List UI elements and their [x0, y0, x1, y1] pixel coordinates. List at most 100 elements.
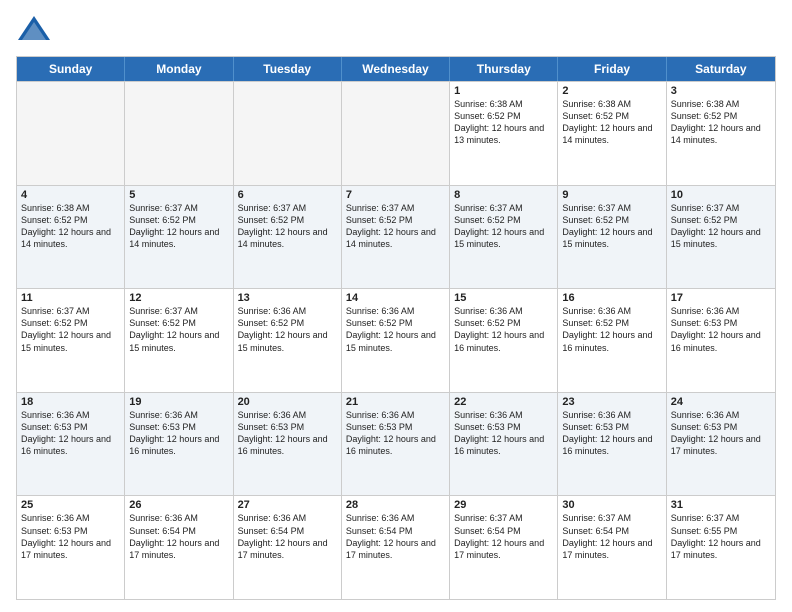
logo — [16, 12, 56, 48]
header-day-saturday: Saturday — [667, 57, 775, 81]
day-number: 5 — [129, 189, 228, 201]
day-info: Sunrise: 6:36 AM Sunset: 6:53 PM Dayligh… — [671, 409, 771, 458]
header-day-monday: Monday — [125, 57, 233, 81]
header — [16, 12, 776, 48]
day-number: 27 — [238, 499, 337, 511]
day-info: Sunrise: 6:36 AM Sunset: 6:53 PM Dayligh… — [21, 409, 120, 458]
day-number: 30 — [562, 499, 661, 511]
calendar: SundayMondayTuesdayWednesdayThursdayFrid… — [16, 56, 776, 600]
day-cell-17: 17Sunrise: 6:36 AM Sunset: 6:53 PM Dayli… — [667, 289, 775, 392]
week-row-5: 25Sunrise: 6:36 AM Sunset: 6:53 PM Dayli… — [17, 495, 775, 599]
day-info: Sunrise: 6:36 AM Sunset: 6:53 PM Dayligh… — [238, 409, 337, 458]
day-number: 1 — [454, 85, 553, 97]
day-number: 20 — [238, 396, 337, 408]
day-cell-20: 20Sunrise: 6:36 AM Sunset: 6:53 PM Dayli… — [234, 393, 342, 496]
day-info: Sunrise: 6:36 AM Sunset: 6:54 PM Dayligh… — [238, 512, 337, 561]
day-number: 14 — [346, 292, 445, 304]
day-cell-26: 26Sunrise: 6:36 AM Sunset: 6:54 PM Dayli… — [125, 496, 233, 599]
day-number: 10 — [671, 189, 771, 201]
day-number: 25 — [21, 499, 120, 511]
day-cell-12: 12Sunrise: 6:37 AM Sunset: 6:52 PM Dayli… — [125, 289, 233, 392]
day-number: 3 — [671, 85, 771, 97]
day-number: 17 — [671, 292, 771, 304]
day-info: Sunrise: 6:36 AM Sunset: 6:52 PM Dayligh… — [346, 305, 445, 354]
day-info: Sunrise: 6:36 AM Sunset: 6:53 PM Dayligh… — [21, 512, 120, 561]
day-info: Sunrise: 6:37 AM Sunset: 6:54 PM Dayligh… — [454, 512, 553, 561]
day-info: Sunrise: 6:38 AM Sunset: 6:52 PM Dayligh… — [562, 98, 661, 147]
day-info: Sunrise: 6:36 AM Sunset: 6:53 PM Dayligh… — [346, 409, 445, 458]
day-cell-3: 3Sunrise: 6:38 AM Sunset: 6:52 PM Daylig… — [667, 82, 775, 185]
calendar-body: 1 Sunrise: 6:38 AM Sunset: 6:52 PM Daylig… — [17, 81, 775, 599]
day-cell-13: 13Sunrise: 6:36 AM Sunset: 6:52 PM Dayli… — [234, 289, 342, 392]
day-info: Sunrise: 6:37 AM Sunset: 6:52 PM Dayligh… — [129, 202, 228, 251]
empty-cell — [17, 82, 125, 185]
day-cell-5: 5Sunrise: 6:37 AM Sunset: 6:52 PM Daylig… — [125, 186, 233, 289]
day-info: Sunrise: 6:37 AM Sunset: 6:52 PM Dayligh… — [21, 305, 120, 354]
day-info: Sunrise: 6:36 AM Sunset: 6:52 PM Dayligh… — [562, 305, 661, 354]
week-row-1: 1 Sunrise: 6:38 AM Sunset: 6:52 PM Daylig… — [17, 81, 775, 185]
day-info: Sunrise: 6:38 AM Sunset: 6:52 PM Dayligh… — [21, 202, 120, 251]
day-cell-4: 4Sunrise: 6:38 AM Sunset: 6:52 PM Daylig… — [17, 186, 125, 289]
day-number: 19 — [129, 396, 228, 408]
day-number: 13 — [238, 292, 337, 304]
week-row-3: 11Sunrise: 6:37 AM Sunset: 6:52 PM Dayli… — [17, 288, 775, 392]
day-cell-15: 15Sunrise: 6:36 AM Sunset: 6:52 PM Dayli… — [450, 289, 558, 392]
day-cell-21: 21Sunrise: 6:36 AM Sunset: 6:53 PM Dayli… — [342, 393, 450, 496]
day-number: 9 — [562, 189, 661, 201]
day-cell-6: 6Sunrise: 6:37 AM Sunset: 6:52 PM Daylig… — [234, 186, 342, 289]
day-cell-8: 8Sunrise: 6:37 AM Sunset: 6:52 PM Daylig… — [450, 186, 558, 289]
header-day-tuesday: Tuesday — [234, 57, 342, 81]
logo-icon — [16, 12, 52, 48]
day-info: Sunrise: 6:36 AM Sunset: 6:54 PM Dayligh… — [346, 512, 445, 561]
day-info: Sunrise: 6:38 AM Sunset: 6:52 PM Dayligh… — [671, 98, 771, 147]
day-info: Sunrise: 6:37 AM Sunset: 6:52 PM Dayligh… — [454, 202, 553, 251]
day-cell-7: 7Sunrise: 6:37 AM Sunset: 6:52 PM Daylig… — [342, 186, 450, 289]
day-info: Sunrise: 6:37 AM Sunset: 6:52 PM Dayligh… — [346, 202, 445, 251]
day-cell-10: 10Sunrise: 6:37 AM Sunset: 6:52 PM Dayli… — [667, 186, 775, 289]
day-info: Sunrise: 6:37 AM Sunset: 6:55 PM Dayligh… — [671, 512, 771, 561]
day-cell-23: 23Sunrise: 6:36 AM Sunset: 6:53 PM Dayli… — [558, 393, 666, 496]
day-number: 15 — [454, 292, 553, 304]
day-cell-11: 11Sunrise: 6:37 AM Sunset: 6:52 PM Dayli… — [17, 289, 125, 392]
day-number: 11 — [21, 292, 120, 304]
day-info: Sunrise: 6:37 AM Sunset: 6:52 PM Dayligh… — [562, 202, 661, 251]
day-cell-19: 19Sunrise: 6:36 AM Sunset: 6:53 PM Dayli… — [125, 393, 233, 496]
day-number: 6 — [238, 189, 337, 201]
header-day-thursday: Thursday — [450, 57, 558, 81]
day-info: Sunrise: 6:37 AM Sunset: 6:52 PM Dayligh… — [671, 202, 771, 251]
day-number: 18 — [21, 396, 120, 408]
day-cell-16: 16Sunrise: 6:36 AM Sunset: 6:52 PM Dayli… — [558, 289, 666, 392]
day-number: 28 — [346, 499, 445, 511]
week-row-4: 18Sunrise: 6:36 AM Sunset: 6:53 PM Dayli… — [17, 392, 775, 496]
empty-cell — [342, 82, 450, 185]
day-number: 7 — [346, 189, 445, 201]
day-info: Sunrise: 6:36 AM Sunset: 6:52 PM Dayligh… — [454, 305, 553, 354]
day-cell-22: 22Sunrise: 6:36 AM Sunset: 6:53 PM Dayli… — [450, 393, 558, 496]
day-cell-14: 14Sunrise: 6:36 AM Sunset: 6:52 PM Dayli… — [342, 289, 450, 392]
day-info: Sunrise: 6:36 AM Sunset: 6:52 PM Dayligh… — [238, 305, 337, 354]
day-number: 8 — [454, 189, 553, 201]
day-cell-1: 1Sunrise: 6:38 AM Sunset: 6:52 PM Daylig… — [450, 82, 558, 185]
day-cell-31: 31Sunrise: 6:37 AM Sunset: 6:55 PM Dayli… — [667, 496, 775, 599]
day-number: 31 — [671, 499, 771, 511]
day-cell-9: 9Sunrise: 6:37 AM Sunset: 6:52 PM Daylig… — [558, 186, 666, 289]
day-info: Sunrise: 6:36 AM Sunset: 6:53 PM Dayligh… — [129, 409, 228, 458]
day-info: Sunrise: 6:37 AM Sunset: 6:54 PM Dayligh… — [562, 512, 661, 561]
day-number: 26 — [129, 499, 228, 511]
day-cell-30: 30Sunrise: 6:37 AM Sunset: 6:54 PM Dayli… — [558, 496, 666, 599]
day-info: Sunrise: 6:36 AM Sunset: 6:53 PM Dayligh… — [454, 409, 553, 458]
day-info: Sunrise: 6:36 AM Sunset: 6:54 PM Dayligh… — [129, 512, 228, 561]
empty-cell — [125, 82, 233, 185]
page: SundayMondayTuesdayWednesdayThursdayFrid… — [0, 0, 792, 612]
day-number: 2 — [562, 85, 661, 97]
header-day-sunday: Sunday — [17, 57, 125, 81]
day-cell-25: 25Sunrise: 6:36 AM Sunset: 6:53 PM Dayli… — [17, 496, 125, 599]
day-cell-27: 27Sunrise: 6:36 AM Sunset: 6:54 PM Dayli… — [234, 496, 342, 599]
empty-cell — [234, 82, 342, 185]
day-info: Sunrise: 6:37 AM Sunset: 6:52 PM Dayligh… — [129, 305, 228, 354]
day-cell-18: 18Sunrise: 6:36 AM Sunset: 6:53 PM Dayli… — [17, 393, 125, 496]
day-cell-24: 24Sunrise: 6:36 AM Sunset: 6:53 PM Dayli… — [667, 393, 775, 496]
day-info: Sunrise: 6:36 AM Sunset: 6:53 PM Dayligh… — [562, 409, 661, 458]
day-number: 29 — [454, 499, 553, 511]
day-info: Sunrise: 6:37 AM Sunset: 6:52 PM Dayligh… — [238, 202, 337, 251]
